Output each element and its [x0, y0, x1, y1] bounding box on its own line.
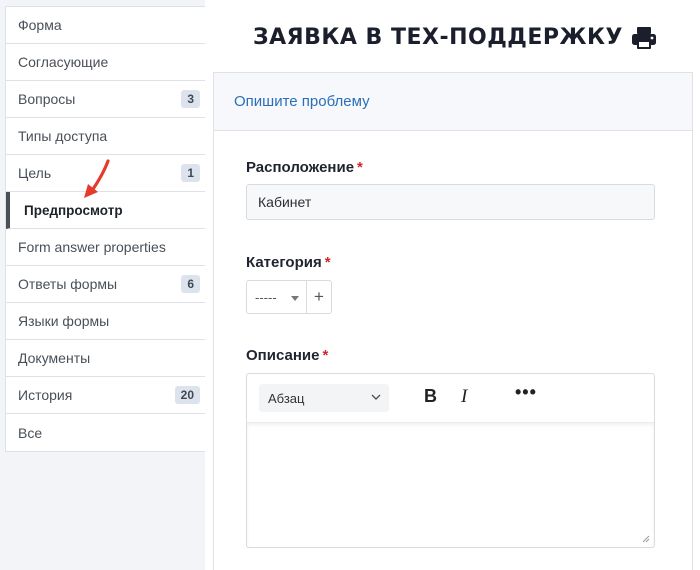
sidebar-item-form[interactable]: Форма — [6, 7, 205, 44]
paragraph-format-value: Абзац — [268, 390, 305, 406]
form-card: Опишите проблему Расположение* Категория… — [213, 72, 693, 570]
sidebar-item-access-types[interactable]: Типы доступа — [6, 118, 205, 155]
sidebar-item-label: История — [18, 387, 73, 403]
count-badge: 3 — [181, 90, 200, 108]
more-options-button[interactable]: ••• — [515, 382, 537, 403]
sidebar-item-preview[interactable]: Предпросмотр — [6, 192, 205, 229]
paragraph-format-select[interactable]: Абзац — [259, 384, 389, 412]
sidebar-item-questions[interactable]: Вопросы 3 — [6, 81, 205, 118]
sidebar: Форма Согласующие Вопросы 3 Типы доступа… — [5, 6, 205, 452]
location-label: Расположение * — [246, 159, 363, 176]
required-mark: * — [357, 159, 363, 176]
card-header: Опишите проблему — [214, 73, 692, 131]
sidebar-item-label: Предпросмотр — [24, 202, 123, 218]
sidebar-item-form-answer-properties[interactable]: Form answer properties — [6, 229, 205, 266]
required-mark: * — [322, 347, 329, 364]
sidebar-item-label: Документы — [18, 350, 91, 366]
description-label: Описание * — [246, 347, 328, 364]
caret-down-icon — [291, 296, 299, 301]
description-editor: Абзац B I ••• — [246, 373, 655, 548]
count-badge: 20 — [174, 386, 200, 404]
sidebar-item-all[interactable]: Все — [6, 414, 205, 451]
sidebar-item-form-languages[interactable]: Языки формы — [6, 303, 205, 340]
chevron-down-icon — [371, 394, 381, 400]
print-icon[interactable] — [631, 26, 657, 50]
add-category-button[interactable]: + — [307, 280, 332, 314]
category-select[interactable]: ----- — [246, 280, 307, 314]
category-label: Категория * — [246, 254, 331, 271]
sidebar-item-label: Типы доступа — [18, 128, 108, 144]
sidebar-item-form-answers[interactable]: Ответы формы 6 — [6, 266, 205, 303]
sidebar-item-label: Согласующие — [18, 54, 109, 70]
category-select-group: ----- + — [246, 280, 332, 314]
category-label-text: Категория — [246, 254, 322, 271]
sidebar-item-documents[interactable]: Документы — [6, 340, 205, 377]
sidebar-item-label: Вопросы — [18, 91, 76, 107]
bold-button[interactable]: B — [424, 386, 437, 407]
sidebar-item-approvers[interactable]: Согласующие — [6, 44, 205, 81]
sidebar-item-goal[interactable]: Цель 1 — [6, 155, 205, 192]
count-badge: 6 — [181, 275, 200, 293]
sidebar-item-label: Цель — [18, 165, 52, 181]
editor-toolbar: Абзац B I ••• — [247, 374, 654, 422]
sidebar-item-label: Языки формы — [18, 313, 110, 329]
description-label-text: Описание — [246, 347, 320, 364]
sidebar-item-label: Ответы формы — [18, 276, 118, 292]
sidebar-item-label: Все — [18, 424, 43, 441]
description-textarea[interactable] — [247, 422, 654, 548]
category-select-value: ----- — [255, 289, 277, 305]
sidebar-item-label: Form answer properties — [18, 239, 166, 255]
page-title: ЗАЯВКА В ТЕХ-ПОДДЕРЖКУ — [253, 25, 657, 50]
count-badge: 1 — [181, 164, 200, 182]
page-title-text: ЗАЯВКА В ТЕХ-ПОДДЕРЖКУ — [253, 25, 623, 50]
plus-icon: + — [314, 287, 324, 306]
main-content: ЗАЯВКА В ТЕХ-ПОДДЕРЖКУ Опишите проблему … — [205, 0, 700, 570]
italic-button[interactable]: I — [461, 386, 467, 408]
resize-handle-icon[interactable] — [641, 534, 650, 543]
sidebar-item-history[interactable]: История 20 — [6, 377, 205, 414]
card-header-text: Опишите проблему — [234, 93, 370, 110]
location-input[interactable] — [246, 184, 655, 220]
location-label-text: Расположение — [246, 159, 355, 176]
required-mark: * — [324, 254, 331, 271]
sidebar-item-label: Форма — [18, 17, 62, 33]
